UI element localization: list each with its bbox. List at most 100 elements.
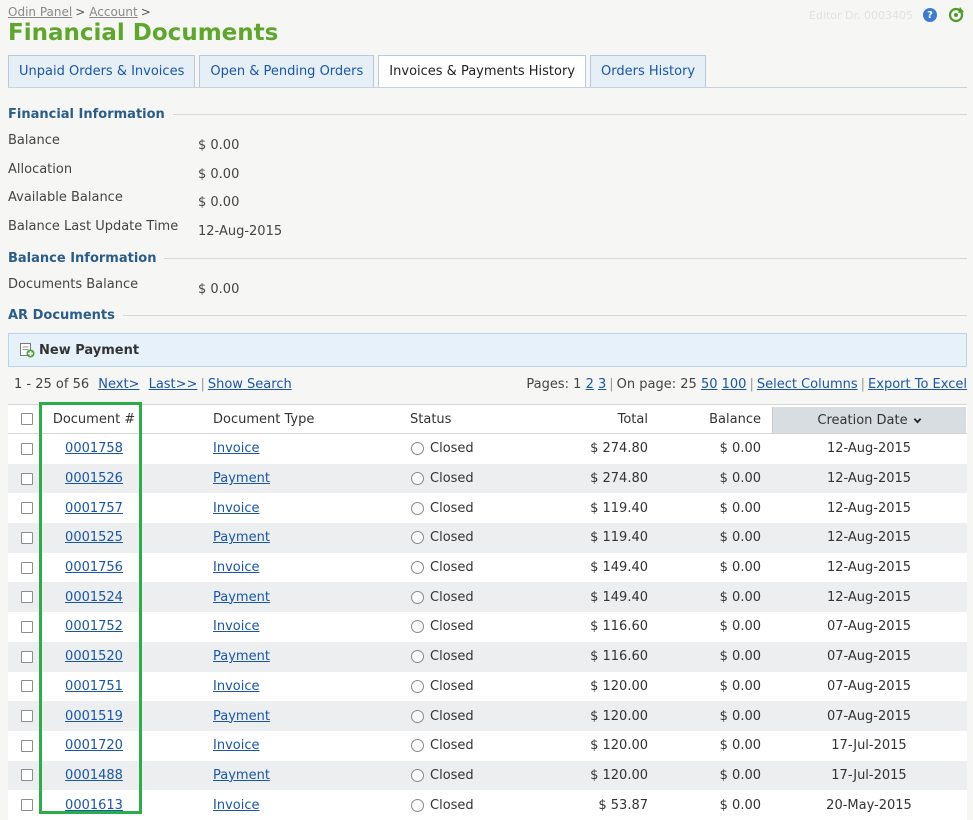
status-circle-icon	[411, 501, 424, 515]
row-checkbox[interactable]	[21, 472, 33, 485]
balance-cell: $ 0.00	[719, 767, 761, 783]
row-checkbox[interactable]	[21, 531, 33, 544]
document-number-link[interactable]: 0001525	[65, 530, 123, 545]
row-checkbox[interactable]	[21, 769, 33, 782]
balance-cell: $ 0.00	[719, 738, 761, 754]
table-row: 0001751 Invoice Closed $ 120.00 $ 0.00 0…	[8, 671, 967, 702]
document-number-link[interactable]: 0001519	[65, 709, 123, 724]
document-type-link[interactable]: Payment	[213, 590, 270, 605]
document-type-link[interactable]: Invoice	[213, 560, 259, 575]
status-circle-icon	[411, 739, 424, 753]
table-row: 0001488 Payment Closed $ 120.00 $ 0.00 1…	[8, 760, 967, 791]
document-type-link[interactable]: Payment	[213, 530, 270, 545]
document-number-link[interactable]: 0001526	[65, 471, 123, 486]
status-circle-icon	[411, 620, 424, 634]
allocation-label: Allocation	[8, 162, 73, 177]
column-header-total[interactable]: Total	[548, 405, 648, 433]
breadcrumb-link-odin-panel[interactable]: Odin Panel	[8, 5, 72, 19]
row-checkbox[interactable]	[21, 650, 33, 663]
breadcrumb: Odin Panel > Account >	[8, 5, 155, 19]
document-type-link[interactable]: Payment	[213, 649, 270, 664]
section-title: Balance Information	[8, 251, 157, 266]
tab-unpaid-orders-invoices[interactable]: Unpaid Orders & Invoices	[8, 55, 196, 87]
select-all-checkbox[interactable]	[21, 413, 33, 425]
row-checkbox[interactable]	[21, 591, 33, 604]
tab-invoices-payments-history[interactable]: Invoices & Payments History	[378, 55, 587, 87]
row-checkbox[interactable]	[21, 680, 33, 693]
document-number-link[interactable]: 0001613	[65, 798, 123, 813]
export-excel-link[interactable]: Export To Excel	[868, 377, 967, 392]
document-number-link[interactable]: 0001524	[65, 590, 123, 605]
row-checkbox[interactable]	[21, 710, 33, 723]
column-header-document-type[interactable]: Document Type	[213, 405, 393, 433]
status-circle-icon	[411, 768, 424, 782]
table-row: 0001757 Invoice Closed $ 119.40 $ 0.00 1…	[8, 493, 967, 524]
column-header-status[interactable]: Status	[410, 405, 540, 433]
pager-left: 1 - 25 of 56 Next> Last>> | Show Search	[14, 377, 292, 392]
row-checkbox[interactable]	[21, 799, 33, 812]
page-2-link[interactable]: 2	[586, 377, 594, 392]
ar-toolbar: New Payment	[8, 333, 967, 367]
next-page-link[interactable]: Next>	[98, 377, 139, 392]
last-page-link[interactable]: Last>>	[149, 377, 198, 392]
document-type-link[interactable]: Invoice	[213, 798, 259, 813]
date-cell: 07-Aug-2015	[826, 649, 912, 665]
document-number-link[interactable]: 0001756	[65, 560, 123, 575]
balance-cell: $ 0.00	[719, 708, 761, 724]
document-type-link[interactable]: Payment	[213, 709, 270, 724]
document-type-link[interactable]: Invoice	[213, 738, 259, 753]
row-checkbox[interactable]	[21, 502, 33, 515]
document-number-link[interactable]: 0001520	[65, 649, 123, 664]
document-type-link[interactable]: Invoice	[213, 441, 259, 456]
row-checkbox[interactable]	[21, 739, 33, 752]
document-number-link[interactable]: 0001752	[65, 619, 123, 634]
pager-right: Pages: 1 2 3 | On page: 25 50 100 | Select C…	[526, 377, 967, 392]
total-cell: $ 274.80	[590, 441, 648, 457]
breadcrumb-link-account[interactable]: Account	[89, 5, 137, 19]
available-balance-label: Available Balance	[8, 190, 123, 205]
tab-open-pending-orders[interactable]: Open & Pending Orders	[199, 55, 375, 87]
status-circle-icon	[411, 472, 424, 486]
document-number-link[interactable]: 0001488	[65, 768, 123, 783]
total-cell: $ 120.00	[590, 767, 648, 783]
available-balance-value: $ 0.00	[198, 195, 240, 210]
document-number-link[interactable]: 0001751	[65, 679, 123, 694]
table-row: 0001526 Payment Closed $ 274.80 $ 0.00 1…	[8, 463, 967, 494]
document-type-link[interactable]: Invoice	[213, 501, 259, 516]
pages-label: Pages: 1	[526, 377, 582, 392]
document-type-link[interactable]: Invoice	[213, 619, 259, 634]
new-payment-label: New Payment	[39, 342, 140, 358]
balance-update-time-label: Balance Last Update Time	[8, 219, 179, 234]
row-checkbox[interactable]	[21, 442, 33, 455]
status-text: Closed	[430, 441, 474, 457]
row-checkbox[interactable]	[21, 561, 33, 574]
total-cell: $ 119.40	[590, 500, 648, 516]
document-number-link[interactable]: 0001757	[65, 501, 123, 516]
document-type-link[interactable]: Payment	[213, 768, 270, 783]
page-3-link[interactable]: 3	[598, 377, 606, 392]
document-type-link[interactable]: Invoice	[213, 679, 259, 694]
document-number-link[interactable]: 0001758	[65, 441, 123, 456]
column-header-document[interactable]: Document #	[46, 405, 142, 433]
section-balance-information: Balance Information	[8, 251, 967, 266]
column-header-balance[interactable]: Balance	[658, 405, 761, 433]
show-search-link[interactable]: Show Search	[208, 377, 292, 392]
date-cell: 12-Aug-2015	[826, 530, 912, 546]
table-row: 0001520 Payment Closed $ 116.60 $ 0.00 0…	[8, 641, 967, 672]
page-size-50-link[interactable]: 50	[701, 377, 718, 392]
page-size-label: On page: 25	[616, 377, 697, 392]
document-type-link[interactable]: Payment	[213, 471, 270, 486]
new-payment-button[interactable]: New Payment	[19, 342, 139, 358]
row-checkbox[interactable]	[21, 620, 33, 633]
select-columns-link[interactable]: Select Columns	[757, 377, 858, 392]
total-cell: $ 120.00	[590, 708, 648, 724]
refresh-icon[interactable]	[947, 6, 965, 24]
document-number-link[interactable]: 0001720	[65, 738, 123, 753]
status-text: Closed	[430, 619, 474, 635]
help-icon[interactable]: ?	[923, 8, 937, 22]
row-select-cell	[8, 523, 46, 553]
column-header-creation-date[interactable]: Creation Date	[772, 407, 966, 433]
row-select-cell	[8, 642, 46, 672]
tab-orders-history[interactable]: Orders History	[590, 55, 707, 87]
page-size-100-link[interactable]: 100	[722, 377, 747, 392]
